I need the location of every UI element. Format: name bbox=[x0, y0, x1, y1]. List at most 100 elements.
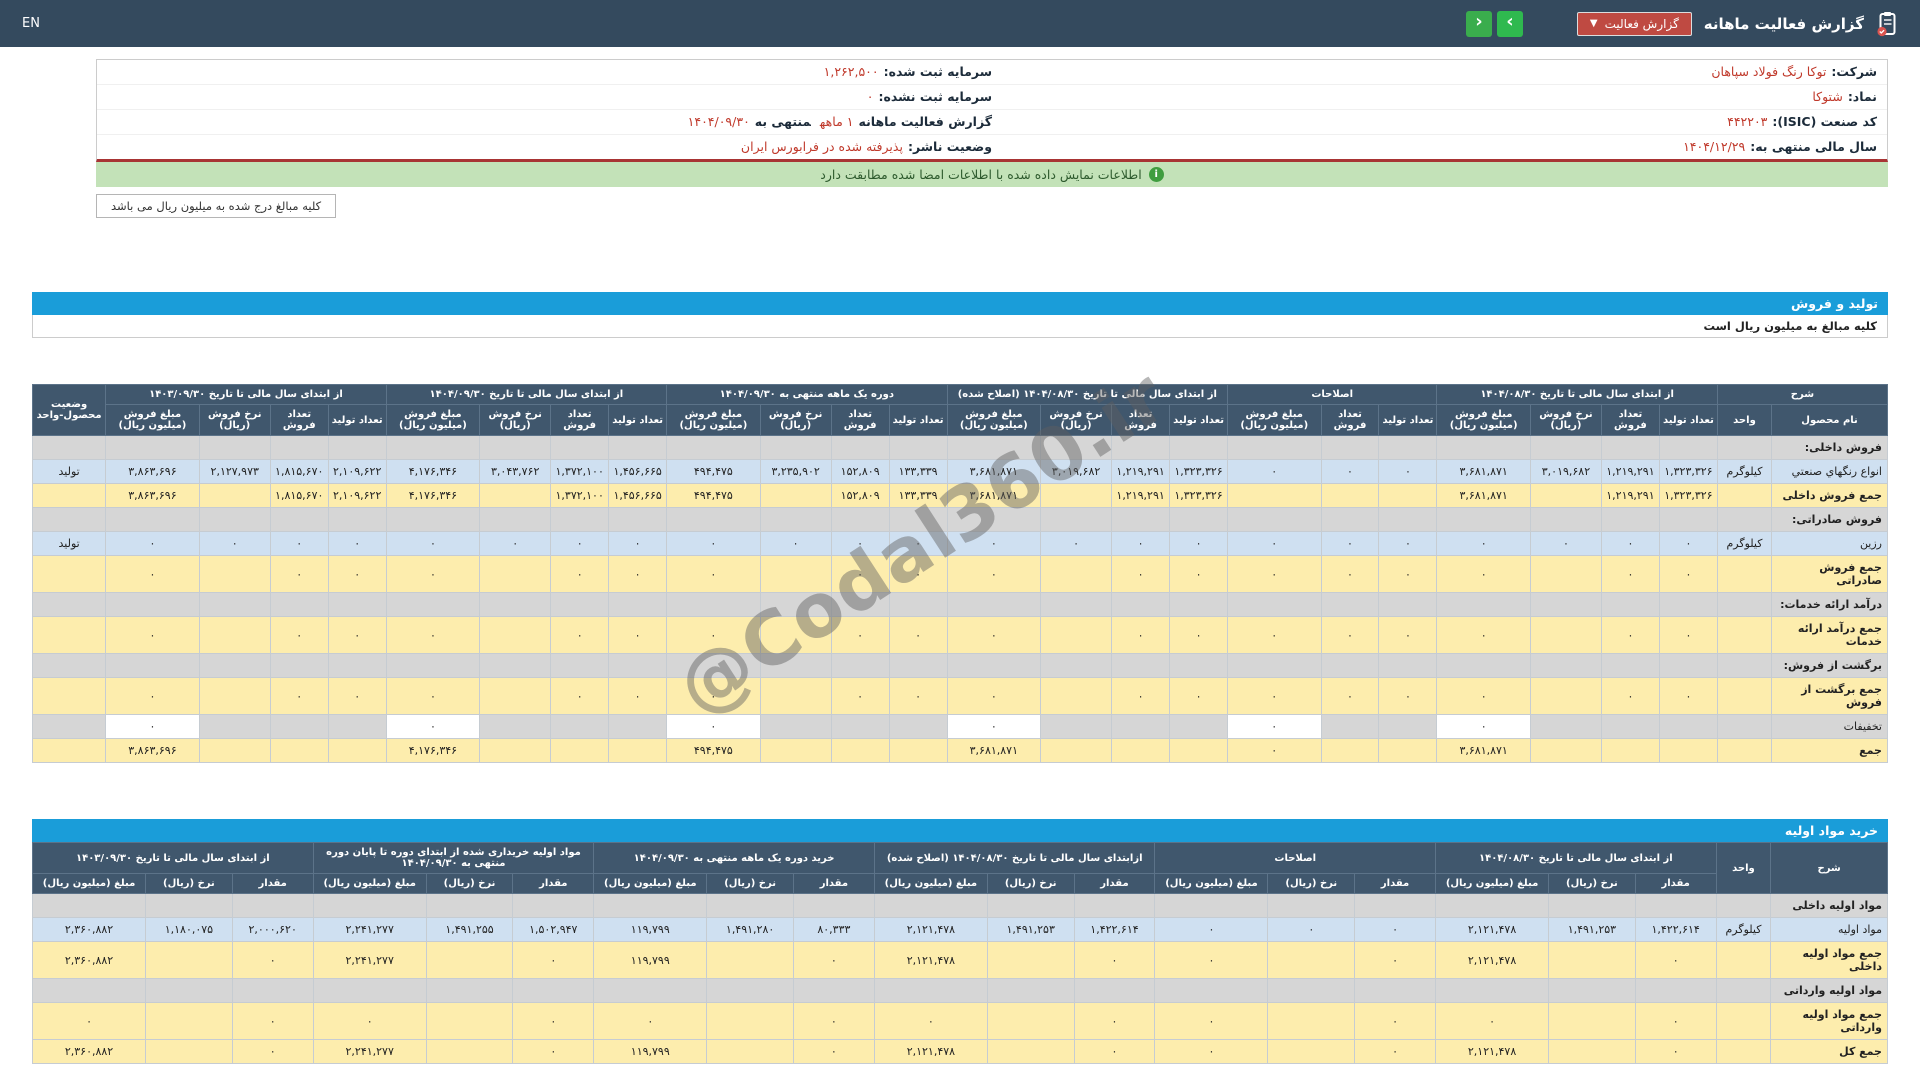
value-cell bbox=[1529, 677, 1602, 715]
info-label: نماد: bbox=[1847, 89, 1877, 104]
status-cell: تولید bbox=[31, 459, 107, 484]
production-sales-section: تولید و فروش کلیه مبالغ به میلیون ریال ا… bbox=[31, 292, 1889, 763]
value-cell bbox=[198, 555, 271, 593]
column-header: تعداد فروش bbox=[1111, 404, 1171, 436]
value-cell: ۰ bbox=[550, 555, 610, 593]
value-cell: ۰ bbox=[1435, 1002, 1550, 1040]
value-cell: ۰ bbox=[1354, 1002, 1437, 1040]
value-cell bbox=[946, 653, 1042, 678]
activity-report-dropdown[interactable]: گزارش فعالیت ▼ bbox=[1576, 11, 1692, 36]
value-cell bbox=[1320, 435, 1380, 460]
section-label-cell: مواد اولیه وارداتی bbox=[1770, 978, 1888, 1003]
value-cell bbox=[479, 738, 552, 763]
value-cell: ۰ bbox=[327, 555, 387, 593]
column-header: مقدار bbox=[231, 873, 314, 894]
value-cell bbox=[830, 507, 890, 532]
company-info-cell: گزارش فعالیت ماهانه ۱ ماهه منتهی به ۱۴۰۴/۰۹… bbox=[107, 113, 992, 131]
value-cell: ۰ bbox=[105, 677, 200, 715]
value-cell bbox=[1040, 555, 1113, 593]
value-cell bbox=[1548, 1002, 1636, 1040]
value-cell bbox=[759, 435, 832, 460]
value-cell: ۰ bbox=[31, 1002, 147, 1040]
value-cell: ۰ bbox=[593, 1002, 708, 1040]
value-cell: ۱,۴۵۶,۶۶۵ bbox=[608, 483, 668, 508]
value-cell: ۰ bbox=[385, 555, 481, 593]
value-cell bbox=[608, 738, 668, 763]
value-cell: ۰ bbox=[1320, 616, 1380, 654]
value-cell bbox=[1658, 435, 1718, 460]
value-cell: ۰ bbox=[946, 531, 1042, 556]
value-cell: ۰ bbox=[1634, 1002, 1717, 1040]
value-cell bbox=[1354, 978, 1437, 1003]
unit-cell bbox=[1716, 653, 1773, 678]
company-info-cell: سرمایه ثبت شده: ۱,۲۶۲,۵۰۰ bbox=[107, 63, 992, 81]
value-cell: ۰ bbox=[269, 531, 329, 556]
value-cell bbox=[666, 653, 761, 678]
value-cell bbox=[1548, 978, 1636, 1003]
column-group-header: مواد اولیه خریداری شده از ابتدای دوره تا… bbox=[312, 842, 595, 874]
column-group-header: دوره یک ماهه منتهی به ۱۴۰۴/۰۹/۳۰ bbox=[666, 384, 948, 405]
value-cell: ۲,۱۲۱,۴۷۸ bbox=[873, 1039, 988, 1064]
status-cell bbox=[31, 592, 107, 617]
report-document-icon[interactable] bbox=[1876, 11, 1898, 37]
column-group-header: از ابتدای سال مالی تا تاریخ ۱۴۰۳/۰۹/۳۰ bbox=[105, 384, 387, 405]
column-group-header: اصلاحات bbox=[1154, 842, 1437, 874]
status-cell bbox=[31, 738, 107, 763]
value-cell bbox=[706, 1039, 794, 1064]
column-group-header: از ابتدای سال مالی تا تاریخ ۱۴۰۴/۰۸/۳۰ (… bbox=[946, 384, 1229, 405]
value-cell: ۲,۱۰۹,۶۲۲ bbox=[327, 459, 387, 484]
company-info-cell: سال مالی منتهی به: ۱۴۰۴/۱۲/۲۹ bbox=[992, 138, 1877, 156]
next-report-button[interactable]: › bbox=[1496, 10, 1523, 37]
value-cell bbox=[888, 507, 948, 532]
value-cell bbox=[1600, 435, 1660, 460]
info-value: ۱۴۰۴/۱۲/۲۹ bbox=[1683, 139, 1746, 154]
value-cell: ۱۱۹,۷۹۹ bbox=[593, 1039, 708, 1064]
value-cell bbox=[986, 893, 1075, 918]
value-cell bbox=[1658, 738, 1718, 763]
value-cell: ۳,۶۸۱,۸۷۱ bbox=[1436, 459, 1531, 484]
value-cell bbox=[1320, 653, 1380, 678]
info-value: ۱ ماهه bbox=[819, 114, 854, 129]
value-cell: ۴۹۴,۴۷۵ bbox=[666, 738, 761, 763]
value-cell bbox=[1227, 435, 1322, 460]
unit-cell bbox=[1715, 1002, 1772, 1040]
value-cell bbox=[479, 653, 552, 678]
value-cell bbox=[479, 592, 552, 617]
value-cell: ۳,۶۸۱,۸۷۱ bbox=[946, 459, 1042, 484]
prev-report-button[interactable]: ‹ bbox=[1465, 10, 1492, 37]
value-cell: ۰ bbox=[1267, 917, 1356, 942]
value-cell bbox=[1111, 653, 1171, 678]
info-value-link[interactable]: توکا رنگ فولاد سپاهان bbox=[1711, 64, 1826, 79]
value-cell bbox=[198, 653, 271, 678]
column-header: نرخ (ریال) bbox=[986, 873, 1075, 894]
language-toggle[interactable]: EN bbox=[22, 16, 40, 31]
value-cell: ۰ bbox=[830, 616, 890, 654]
table-row: انواع رنگهاي صنعتي کیلوگرم ۱,۳۲۳,۳۲۶ ۱,۲۱۹,… bbox=[31, 459, 1888, 484]
value-cell bbox=[1040, 592, 1113, 617]
value-cell: ۰ bbox=[1634, 1039, 1717, 1064]
column-header: نرخ فروش (ریال) bbox=[1040, 404, 1113, 436]
value-cell: ۱,۴۹۱,۲۵۳ bbox=[986, 917, 1075, 942]
value-cell bbox=[986, 941, 1075, 979]
value-cell: ۰ bbox=[1600, 677, 1660, 715]
table-subheader-row: نام محصول واحد تعداد تولید تعداد فروش نرخ فر… bbox=[33, 404, 1888, 436]
value-cell bbox=[1111, 592, 1171, 617]
value-cell: ۰ bbox=[512, 1039, 595, 1064]
column-header: مبلغ (میلیون ریال) bbox=[1435, 873, 1550, 894]
value-cell: ۰ bbox=[1436, 677, 1531, 715]
column-header: مقدار bbox=[512, 873, 595, 894]
unit-note-tab[interactable]: کلیه مبالغ درج شده به میلیون ریال می باش… bbox=[96, 194, 337, 218]
value-cell: ۴,۱۷۶,۳۴۶ bbox=[385, 738, 481, 763]
table-row: تخفیفات ۰ ۰ ۰ ۰ ۰ ۰ bbox=[31, 714, 1888, 739]
value-cell bbox=[198, 738, 271, 763]
info-value-link[interactable]: شتوکا bbox=[1812, 89, 1842, 104]
value-cell: ۰ bbox=[1354, 917, 1437, 942]
column-group-header: خرید دوره یک ماهه منتهی به ۱۴۰۴/۰۹/۳۰ bbox=[593, 842, 875, 874]
value-cell: ۰ bbox=[666, 616, 761, 654]
value-cell: ۰ bbox=[666, 714, 761, 739]
table-row: برگشت از فروش: bbox=[31, 653, 1888, 678]
table-row: درآمد ارائه خدمات: bbox=[31, 592, 1888, 617]
value-cell: ۰ bbox=[1354, 941, 1437, 979]
production-sales-table: شرح از ابتدای سال مالی تا تاریخ ۱۴۰۴/۰۸/۳… bbox=[31, 384, 1889, 763]
value-cell bbox=[888, 653, 948, 678]
